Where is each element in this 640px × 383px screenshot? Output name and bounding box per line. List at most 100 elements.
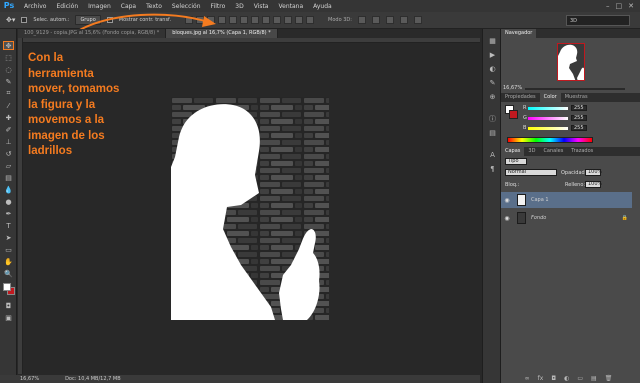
g-slider[interactable]: [528, 117, 568, 120]
close-button[interactable]: ✕: [628, 2, 634, 10]
navigator-zoom-slider[interactable]: [525, 88, 625, 90]
opacity-value[interactable]: 100%: [585, 169, 602, 176]
move-tool-preset-icon[interactable]: ✥▾: [6, 16, 15, 24]
layer-kind-filter[interactable]: Tipo: [505, 158, 527, 165]
hand-tool-icon[interactable]: ✋: [3, 257, 14, 266]
align-hcenter-icon[interactable]: [229, 16, 238, 24]
quick-select-tool-icon[interactable]: ✎: [3, 77, 14, 86]
eyedropper-tool-icon[interactable]: ⁄: [3, 101, 14, 110]
styles-icon[interactable]: ▤: [488, 129, 497, 137]
eraser-tool-icon[interactable]: ▱: [3, 161, 14, 170]
paragraph-icon[interactable]: ¶: [488, 165, 497, 173]
zoom-tool-icon[interactable]: 🔍: [3, 269, 14, 278]
tab-canales[interactable]: Canales: [539, 147, 567, 156]
link-icon[interactable]: ∞: [525, 375, 530, 383]
pan-3d-icon[interactable]: [385, 16, 394, 24]
mask-icon[interactable]: ◘: [551, 375, 556, 383]
menu-vista[interactable]: Vista: [249, 3, 274, 10]
lasso-tool-icon[interactable]: ◌: [3, 65, 14, 74]
character-icon[interactable]: A: [488, 151, 497, 159]
info-icon[interactable]: ⓘ: [488, 115, 497, 123]
caption-line-5: movemos a la: [28, 114, 105, 126]
color-spectrum[interactable]: [507, 137, 593, 143]
shape-tool-icon[interactable]: ▭: [3, 245, 14, 254]
screen-mode-icon[interactable]: ▣: [3, 313, 14, 322]
brush-presets-icon[interactable]: ✎: [488, 79, 497, 87]
move-tool-icon[interactable]: ✥: [3, 41, 14, 50]
tab-capas[interactable]: Capas: [501, 147, 525, 156]
crop-tool-icon[interactable]: ⌗: [3, 89, 14, 98]
adjustment-layer-icon[interactable]: ◐: [564, 375, 569, 383]
maximize-button[interactable]: □: [616, 2, 623, 10]
r-value[interactable]: 255: [571, 105, 587, 111]
adjustments-icon[interactable]: ◐: [488, 65, 497, 73]
clone-stamp-tool-icon[interactable]: ⊥: [3, 137, 14, 146]
tab-trazados[interactable]: Trazados: [567, 147, 597, 156]
eye-icon[interactable]: ◉: [501, 215, 513, 222]
distribute-hcenter-icon[interactable]: [295, 16, 304, 24]
blur-tool-icon[interactable]: 💧: [3, 185, 14, 194]
align-right-icon[interactable]: [240, 16, 249, 24]
tab-navigator[interactable]: Navegador: [501, 29, 537, 38]
path-select-tool-icon[interactable]: ➤: [3, 233, 14, 242]
color-b-label: B: [523, 125, 527, 131]
g-value[interactable]: 255: [571, 115, 587, 121]
scale-3d-icon[interactable]: [413, 16, 422, 24]
group-icon[interactable]: ▭: [577, 375, 583, 383]
lock-icon: 🔒: [621, 215, 628, 221]
gradient-tool-icon[interactable]: ▤: [3, 173, 14, 182]
r-slider[interactable]: [528, 107, 568, 110]
menu-ayuda[interactable]: Ayuda: [308, 3, 337, 10]
layer-row-fondo[interactable]: ◉ Fondo 🔒: [501, 210, 632, 226]
color-bg-swatch[interactable]: [509, 110, 518, 119]
blend-mode-select[interactable]: Normal: [505, 169, 557, 176]
actions-icon[interactable]: ▶: [488, 51, 497, 59]
tab-100-9129[interactable]: 100_9129 - copia.JPG al 15,6% (Fondo cop…: [18, 29, 167, 38]
b-slider[interactable]: [528, 127, 568, 130]
navigator-thumbnail[interactable]: [557, 43, 585, 81]
roll-3d-icon[interactable]: [371, 16, 380, 24]
tab-bloques[interactable]: bloques.jpg al 16,7% (Capa 1, RGB/8) *: [166, 29, 278, 38]
caption-line-7: ladrillos: [28, 145, 73, 157]
menu-3d[interactable]: 3D: [230, 3, 248, 10]
distribute-bottom-icon[interactable]: [273, 16, 282, 24]
workspace-select[interactable]: 3D: [566, 15, 630, 26]
eye-icon[interactable]: ◉: [501, 197, 513, 204]
distribute-top-icon[interactable]: [251, 16, 260, 24]
fill-label: Relleno:: [565, 182, 586, 188]
tools-panel: ✥ ⬚ ◌ ✎ ⌗ ⁄ ✚ ✐ ⊥ ↺ ▱ ▤ 💧 ● ✒ T ➤ ▭ ✋ 🔍 …: [0, 29, 17, 375]
clone-source-icon[interactable]: ⊕: [488, 93, 497, 101]
status-zoom[interactable]: 16,67%: [20, 376, 39, 382]
fx-icon[interactable]: fx: [538, 375, 544, 383]
auto-select-checkbox[interactable]: [21, 17, 28, 23]
new-layer-icon[interactable]: ▤: [591, 375, 597, 383]
minimize-button[interactable]: –: [606, 2, 610, 10]
navigator-zoom[interactable]: 16,67%: [503, 85, 522, 91]
distribute-left-icon[interactable]: [284, 16, 293, 24]
tab-properties[interactable]: Propiedades: [501, 93, 540, 102]
history-brush-tool-icon[interactable]: ↺: [3, 149, 14, 158]
marquee-tool-icon[interactable]: ⬚: [3, 53, 14, 62]
layer-row-capa-1[interactable]: ◉ Capa 1: [501, 192, 632, 208]
b-value[interactable]: 255: [571, 125, 587, 131]
distribute-vcenter-icon[interactable]: [262, 16, 271, 24]
distribute-right-icon[interactable]: [306, 16, 315, 24]
quick-mask-icon[interactable]: ◘: [3, 301, 14, 310]
document-canvas[interactable]: [171, 97, 329, 320]
orbit-3d-icon[interactable]: [357, 16, 366, 24]
tab-3d[interactable]: 3D: [524, 147, 539, 156]
type-tool-icon[interactable]: T: [3, 221, 14, 230]
fill-value[interactable]: 100%: [585, 181, 602, 188]
healing-tool-icon[interactable]: ✚: [3, 113, 14, 122]
pen-tool-icon[interactable]: ✒: [3, 209, 14, 218]
history-icon[interactable]: ▦: [488, 37, 497, 45]
menu-archivo[interactable]: Archivo: [19, 3, 51, 10]
trash-icon[interactable]: 🗑: [605, 375, 613, 383]
menu-ventana[interactable]: Ventana: [273, 3, 308, 10]
dodge-tool-icon[interactable]: ●: [3, 197, 14, 206]
foreground-color-swatch[interactable]: [3, 283, 11, 291]
brush-tool-icon[interactable]: ✐: [3, 125, 14, 134]
tab-swatches[interactable]: Muestras: [561, 93, 592, 102]
tab-color[interactable]: Color: [539, 93, 561, 102]
slide-3d-icon[interactable]: [399, 16, 408, 24]
